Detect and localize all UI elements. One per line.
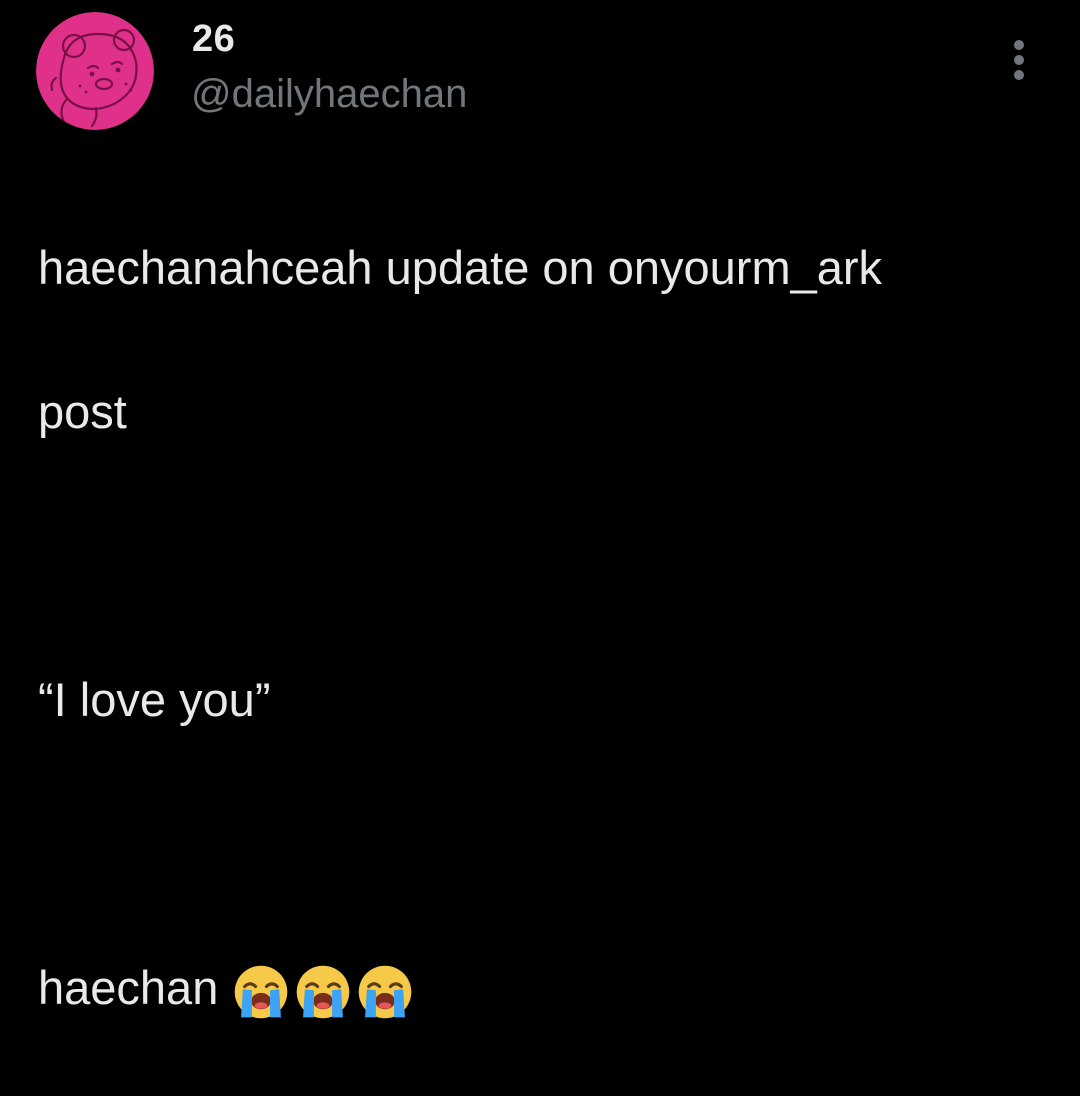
loudly-crying-face-icon xyxy=(359,965,412,1018)
tweet-text-haechan: haechan xyxy=(38,961,219,1014)
tweet-post: 26 @dailyhaechan haechanahceah update on… xyxy=(0,0,1080,1018)
loudly-crying-face-icon xyxy=(297,965,350,1018)
loudly-crying-face-icon xyxy=(235,965,288,1018)
more-vertical-icon-dot-2 xyxy=(1014,55,1024,65)
more-vertical-icon-dot-3 xyxy=(1014,70,1024,80)
more-options-button[interactable] xyxy=(1002,36,1038,84)
avatar[interactable] xyxy=(36,12,154,130)
emoji-row xyxy=(232,963,418,1021)
tweet-text-line-3: “I love you” xyxy=(38,673,271,726)
more-vertical-icon xyxy=(1014,40,1024,50)
author-handle[interactable]: @dailyhaechan xyxy=(191,72,467,117)
tweet-text-line-2: post xyxy=(38,385,127,438)
tweet-text-line-1: haechanahceah update on onyourm_ark xyxy=(38,241,883,294)
author-display-name[interactable]: 26 xyxy=(192,18,235,61)
tweet-text: haechanahceah update on onyourm_ark post… xyxy=(38,160,1048,1096)
tweet-text-line-4: haechan xyxy=(38,952,1048,1024)
avatar-illustration-icon xyxy=(36,12,154,130)
